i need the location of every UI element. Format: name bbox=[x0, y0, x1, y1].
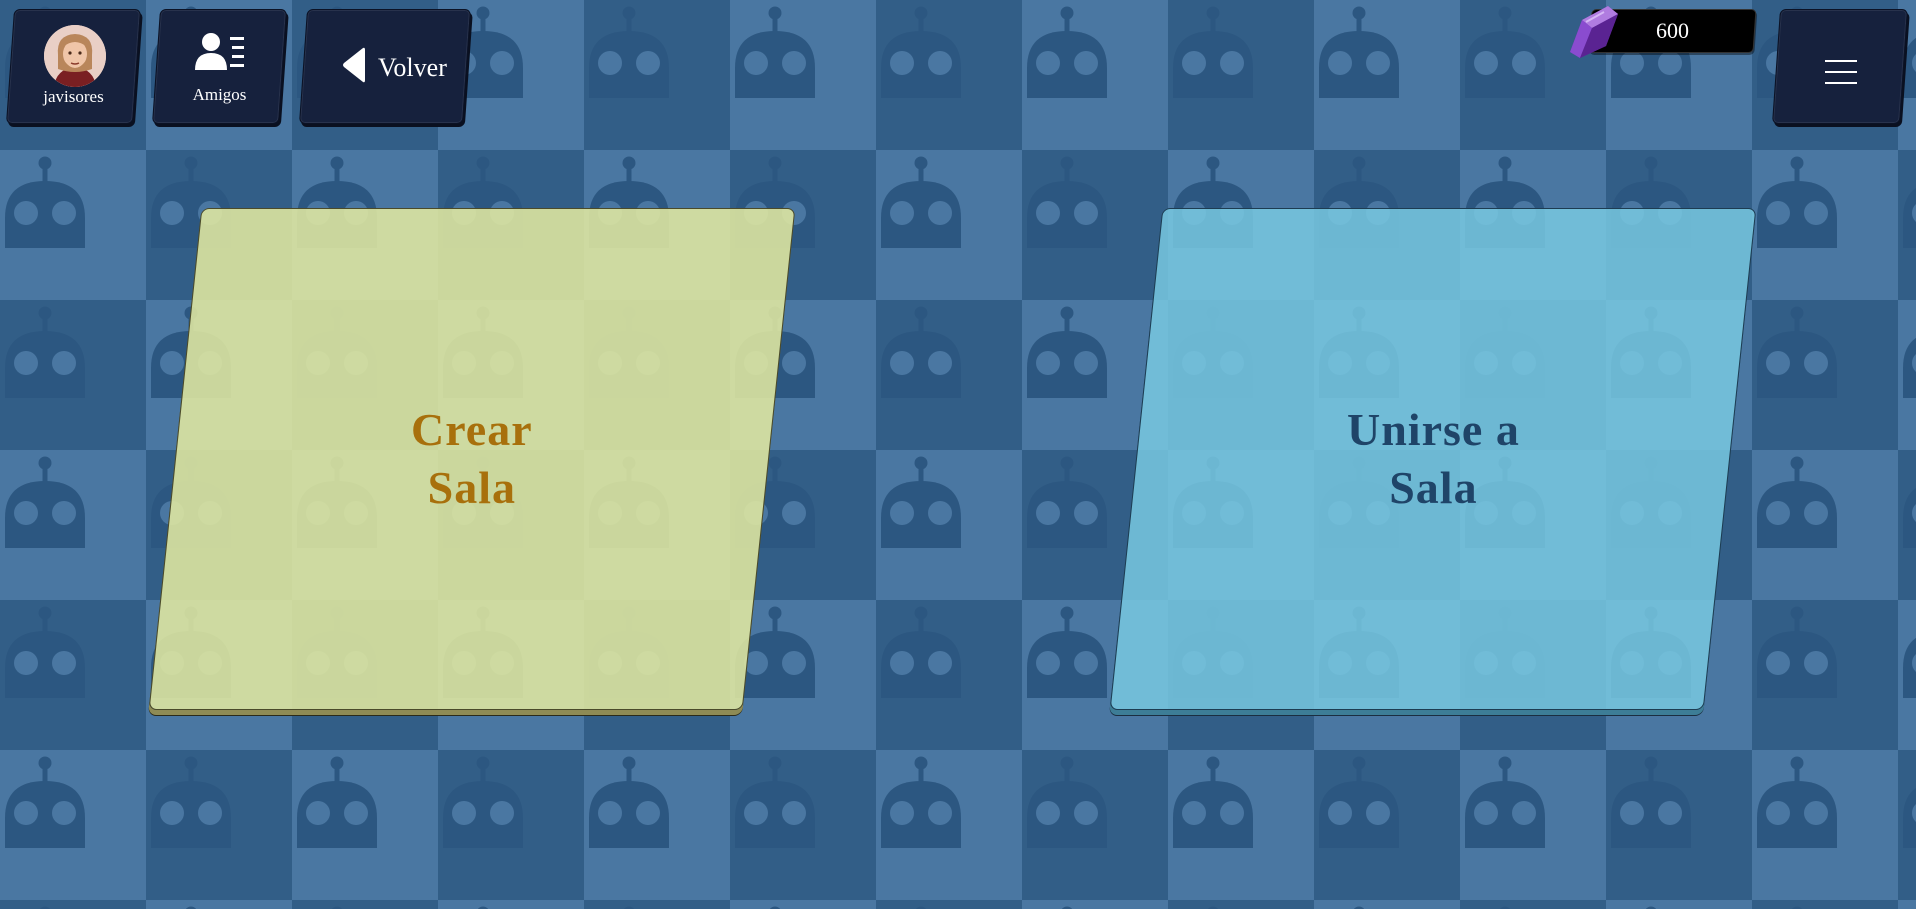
purple-crystal-icon bbox=[1570, 6, 1618, 58]
join-room-card[interactable]: Unirse a Sala bbox=[1109, 208, 1757, 710]
friends-label: Amigos bbox=[192, 85, 247, 104]
hamburger-menu-icon bbox=[1825, 60, 1857, 84]
contact-card-icon bbox=[195, 33, 244, 70]
create-room-label-line1: Crear bbox=[411, 404, 533, 455]
create-room-label: Crear Sala bbox=[411, 401, 533, 517]
join-room-label-line1: Unirse a bbox=[1346, 404, 1520, 455]
create-room-label-line2: Sala bbox=[427, 462, 517, 513]
join-room-label-line2: Sala bbox=[1388, 462, 1478, 513]
profile-username: javisores bbox=[43, 87, 104, 106]
menu-button[interactable] bbox=[1771, 9, 1909, 124]
back-arrow-icon bbox=[343, 47, 365, 83]
avatar bbox=[44, 25, 106, 87]
create-room-card[interactable]: Crear Sala bbox=[148, 208, 796, 710]
back-button[interactable]: Volver bbox=[298, 9, 472, 124]
profile-button[interactable]: javisores bbox=[5, 9, 142, 124]
back-label: Volver bbox=[378, 53, 447, 82]
friends-button[interactable]: Amigos bbox=[151, 9, 288, 124]
join-room-label: Unirse a Sala bbox=[1347, 401, 1520, 517]
avatar-bearded-man-icon bbox=[44, 25, 106, 87]
